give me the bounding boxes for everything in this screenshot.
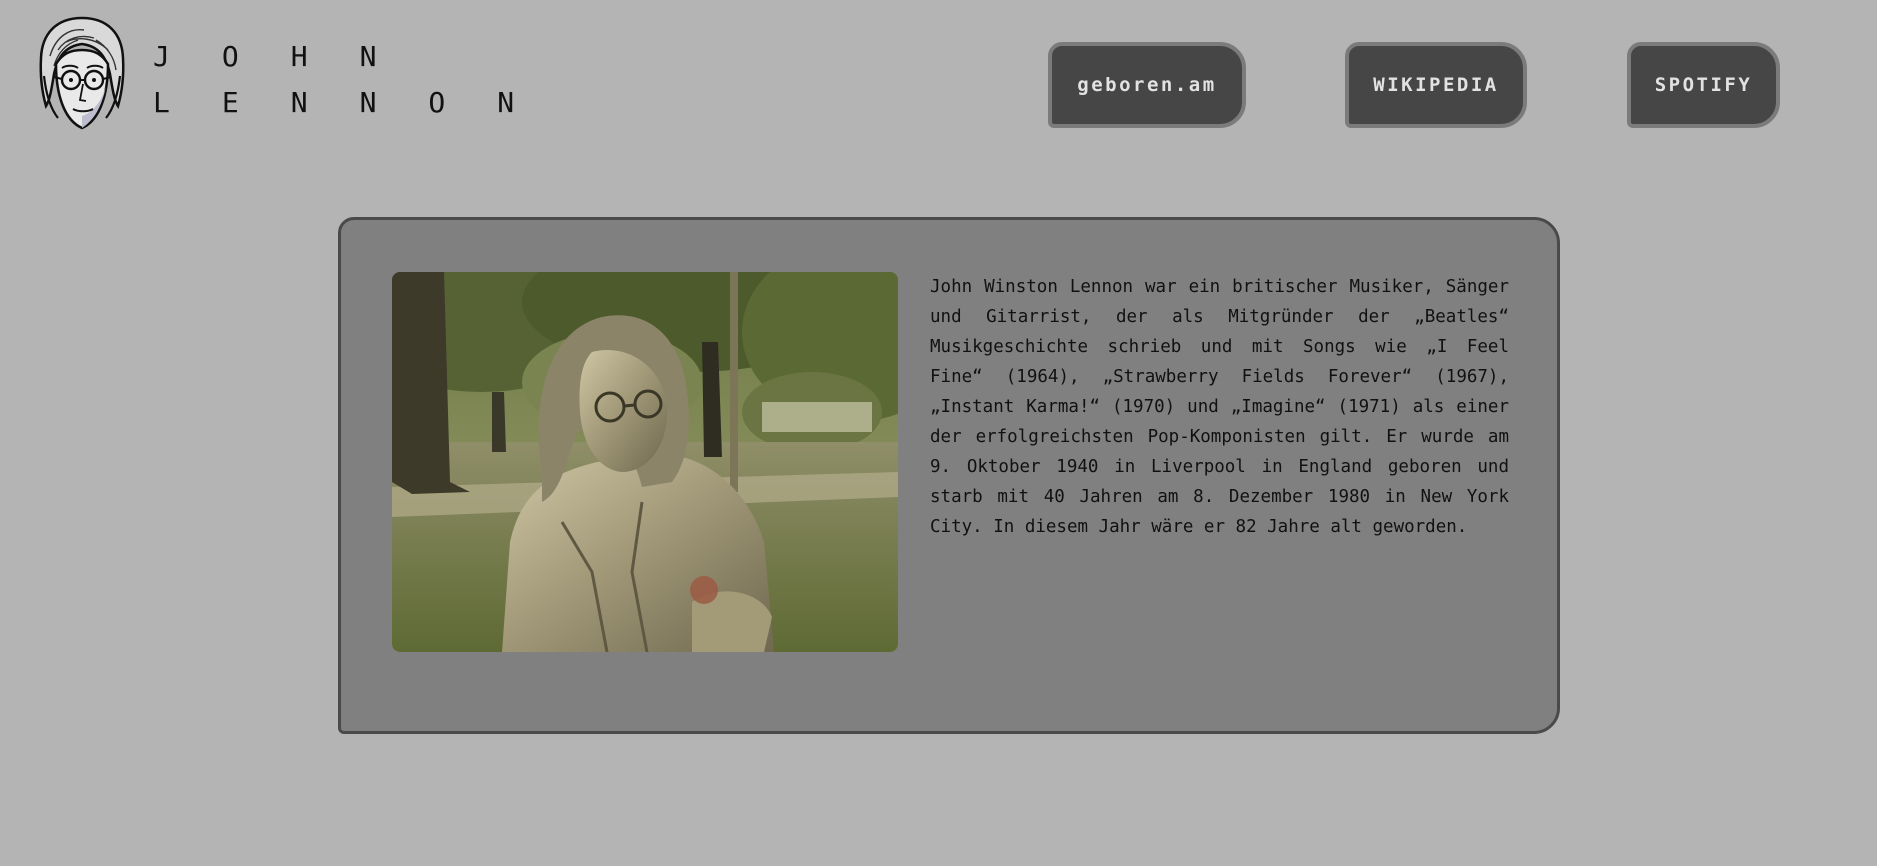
geboren-am-button[interactable]: geboren.am (1048, 42, 1246, 128)
spotify-button[interactable]: SPOTIFY (1627, 42, 1780, 128)
site-title-last-name: LENNON (153, 86, 567, 119)
site-title-first-name: JOHN (153, 40, 429, 73)
biography-card: John Winston Lennon war ein britischer M… (338, 217, 1560, 734)
site-title: JOHN LENNON (153, 34, 566, 126)
john-lennon-portrait-icon[interactable] (36, 16, 128, 134)
biography-text: John Winston Lennon war ein britischer M… (930, 277, 1509, 537)
lennon-statue-photo (392, 272, 898, 652)
wikipedia-button[interactable]: WIKIPEDIA (1345, 42, 1527, 128)
